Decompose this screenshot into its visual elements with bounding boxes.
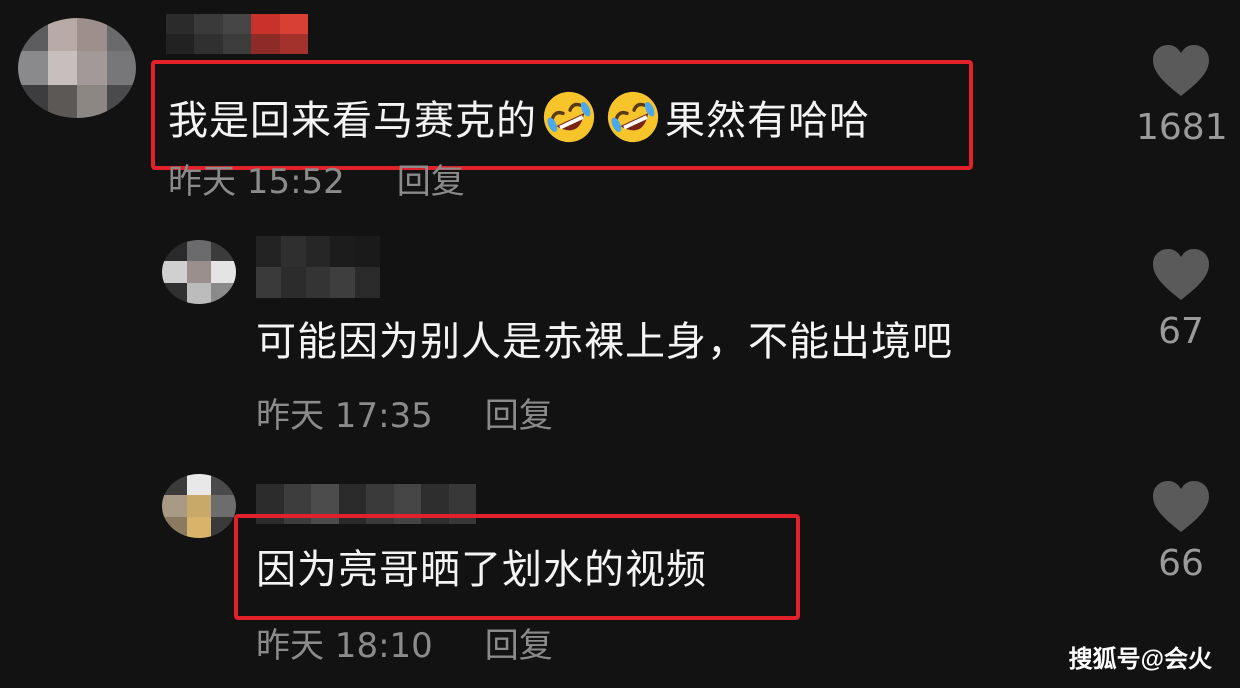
avatar[interactable] <box>162 240 236 304</box>
comment-text-part: 果然有哈哈 <box>665 98 870 144</box>
heart-icon <box>1153 481 1209 532</box>
avatar[interactable] <box>162 474 236 538</box>
comment-meta: 昨天 18:10 回复 <box>256 626 553 666</box>
comment-meta: 昨天 17:35 回复 <box>256 396 553 436</box>
like-count: 66 <box>1158 543 1204 584</box>
comment-time: 昨天 17:35 <box>256 396 433 436</box>
comment-time: 昨天 18:10 <box>256 626 433 666</box>
comment-text: 可能因为别人是赤裸上身，不能出境吧 <box>256 319 953 365</box>
comment-text: 我是回来看马赛克的 果然有哈哈 <box>168 88 870 146</box>
comment-text: 因为亮哥晒了划水的视频 <box>256 547 707 593</box>
avatar[interactable] <box>18 18 136 118</box>
reply-button[interactable]: 回复 <box>397 162 465 202</box>
comment-feed: 我是回来看马赛克的 果然有哈哈 昨天 15:52 回复 1681 可能因为别人是… <box>0 0 1240 688</box>
like-button[interactable]: 66 <box>1136 480 1226 584</box>
rolling-laughing-emoji <box>543 91 595 143</box>
comment-text-part: 我是回来看马赛克的 <box>168 98 537 144</box>
like-count: 1681 <box>1136 107 1228 148</box>
like-count: 67 <box>1158 311 1204 352</box>
like-button[interactable]: 1681 <box>1136 44 1228 148</box>
username-blurred[interactable] <box>166 14 308 54</box>
like-button[interactable]: 67 <box>1136 248 1226 352</box>
username-blurred[interactable] <box>256 236 380 298</box>
reply-button[interactable]: 回复 <box>485 626 553 666</box>
comment-time: 昨天 15:52 <box>168 162 345 202</box>
watermark: 搜狐号@会火 <box>1068 646 1212 673</box>
heart-icon <box>1153 249 1209 300</box>
reply-button[interactable]: 回复 <box>485 396 553 436</box>
comment-meta: 昨天 15:52 回复 <box>168 162 465 202</box>
heart-icon <box>1153 45 1209 96</box>
rolling-laughing-emoji <box>607 91 659 143</box>
